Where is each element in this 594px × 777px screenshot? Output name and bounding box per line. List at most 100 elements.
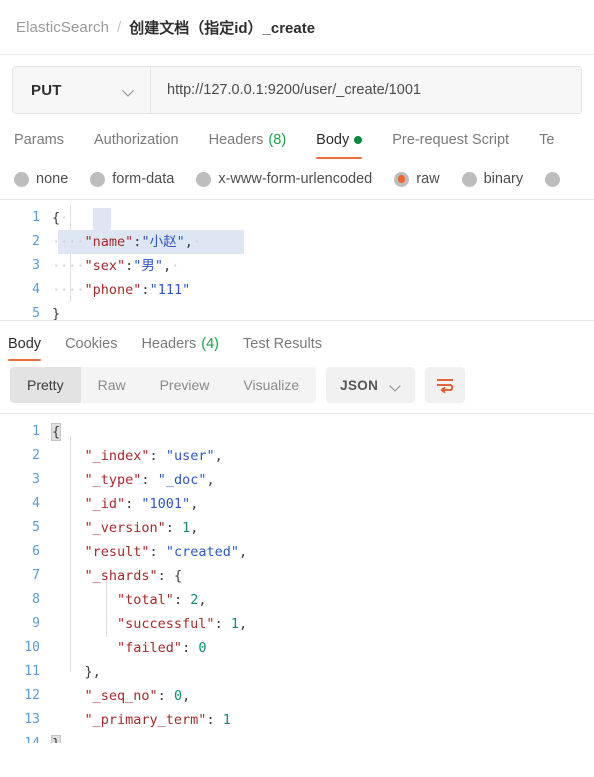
line-number: 1	[32, 424, 40, 439]
radio-icon	[14, 171, 29, 187]
body-type-radio-none[interactable]: none	[14, 171, 68, 187]
line-number: 3	[32, 472, 40, 487]
code-text: "_shards": {	[84, 568, 183, 584]
response-view-pretty[interactable]: Pretty	[10, 367, 81, 403]
code-text: "result": "created",	[84, 544, 248, 560]
code-line: 11 },	[0, 660, 594, 684]
code-line: 2 ····"name":"小赵",·	[0, 230, 594, 254]
tab-label: Te	[539, 132, 555, 148]
request-tabs: Params Authorization Headers (8) Body Pre-req…	[0, 114, 594, 159]
response-view-preview[interactable]: Preview	[143, 367, 227, 403]
tab-label: Body	[8, 336, 42, 352]
code-line: 5}	[0, 302, 594, 321]
code-line: 3 "_type": "_doc",	[0, 468, 594, 492]
http-method-select[interactable]: PUT	[13, 67, 151, 113]
request-tab-params[interactable]: Params	[14, 132, 64, 159]
radio-icon	[196, 171, 212, 187]
radio-label: x-www-form-urlencoded	[218, 171, 373, 187]
line-number: 12	[24, 688, 40, 703]
code-line: 6 "result": "created",	[0, 540, 594, 564]
request-tab-headers[interactable]: Headers (8)	[209, 132, 287, 159]
word-wrap-button[interactable]	[425, 367, 466, 403]
code-text: {	[50, 423, 62, 441]
code-line: 1 {·	[0, 206, 594, 230]
response-view-visualize[interactable]: Visualize	[226, 367, 316, 403]
code-line: 13 "_primary_term": 1	[0, 708, 594, 732]
response-tab-headers[interactable]: Headers (4)	[141, 336, 219, 361]
line-number: 2	[32, 234, 40, 249]
breadcrumb: ElasticSearch / 创建文档（指定id）_create	[0, 0, 594, 55]
tab-count: (8)	[268, 132, 287, 148]
radio-label: binary	[483, 171, 524, 187]
response-format-label: JSON	[340, 377, 379, 393]
word-wrap-icon	[437, 379, 454, 394]
response-format-select[interactable]: JSON	[326, 367, 416, 403]
code-text: "successful": 1,	[117, 616, 248, 632]
tab-count: (4)	[201, 336, 219, 352]
code-text: ····"sex":"男",·	[52, 258, 180, 274]
response-code-lines: 1{2 "_index": "user", 3 "_type": "_doc", 4…	[0, 414, 594, 743]
request-tab-authorization[interactable]: Authorization	[94, 132, 179, 159]
code-line: 8 "total": 2,	[0, 588, 594, 612]
line-number: 5	[32, 520, 40, 535]
request-url-input[interactable]: http://127.0.0.1:9200/user/_create/1001	[151, 67, 581, 113]
line-number: 6	[32, 544, 40, 559]
body-type-radio-more[interactable]	[545, 171, 561, 187]
line-number: 5	[32, 306, 40, 321]
line-number: 8	[32, 592, 40, 607]
response-tab-cookies[interactable]: Cookies	[65, 336, 117, 361]
tab-label: Authorization	[93, 132, 179, 148]
tab-label: Headers	[141, 336, 197, 352]
code-text: {·	[52, 210, 69, 226]
tab-label: Pre-request Script	[392, 132, 510, 148]
radio-label: form-data	[112, 171, 175, 187]
breadcrumb-current: 创建文档（指定id）_create	[129, 19, 316, 37]
radio-label: none	[36, 171, 69, 187]
breadcrumb-root[interactable]: ElasticSearch	[16, 19, 109, 36]
code-line: 2 "_index": "user",	[0, 444, 594, 468]
code-line: 5 "_version": 1,	[0, 516, 594, 540]
breadcrumb-separator: /	[117, 18, 122, 36]
body-type-radio-raw[interactable]: raw	[394, 171, 440, 187]
code-line: 12 "_seq_no": 0,	[0, 684, 594, 708]
request-tab-pre-request-script[interactable]: Pre-request Script	[392, 132, 509, 159]
request-body-editor[interactable]: 1 {· 2 ····"name":"小赵",· 3 ····"sex":"男",· 4 ··…	[0, 199, 594, 321]
code-line: 1{	[0, 420, 594, 444]
http-method-label: PUT	[31, 81, 62, 99]
line-number: 4	[32, 496, 40, 511]
request-tab-body[interactable]: Body	[316, 132, 363, 159]
body-type-radio-binary[interactable]: binary	[461, 171, 524, 187]
body-type-radio-x-www-form-urlencoded[interactable]: x-www-form-urlencoded	[196, 171, 372, 187]
code-text: }	[52, 306, 61, 321]
line-number: 4	[32, 282, 40, 297]
code-text: "_id": "1001",	[84, 496, 199, 512]
body-type-radio-group: none form-data x-www-form-urlencoded raw bin…	[0, 159, 594, 199]
tab-label: Headers	[208, 132, 264, 148]
code-text: "_version": 1,	[84, 520, 199, 536]
request-url-bar: PUT http://127.0.0.1:9200/user/_create/1…	[12, 66, 582, 114]
line-number: 3	[32, 258, 40, 273]
code-text: "_seq_no": 0,	[84, 688, 191, 704]
response-view-raw[interactable]: Raw	[81, 367, 143, 403]
code-text: "_type": "_doc",	[84, 472, 215, 488]
line-number: 2	[32, 448, 40, 463]
radio-icon	[394, 171, 410, 187]
code-text: ····"name":"小赵",·	[52, 234, 201, 250]
radio-icon	[90, 171, 106, 187]
code-line: 14}	[0, 732, 594, 743]
line-number: 13	[24, 712, 40, 727]
line-number: 10	[24, 640, 40, 655]
body-type-radio-form-data[interactable]: form-data	[90, 171, 174, 187]
response-tab-body[interactable]: Body	[8, 336, 42, 361]
response-body-viewer[interactable]: 1{2 "_index": "user", 3 "_type": "_doc", 4…	[0, 413, 594, 743]
radio-icon	[461, 171, 477, 187]
code-line: 7 "_shards": {	[0, 564, 594, 588]
response-tab-test-results[interactable]: Test Results	[243, 336, 322, 361]
code-line: 10 "failed": 0	[0, 636, 594, 660]
chevron-down-icon	[390, 382, 401, 389]
request-tab-te[interactable]: Te	[539, 132, 554, 159]
tab-label: Params	[14, 132, 64, 148]
code-text: "total": 2,	[117, 592, 207, 608]
code-text: ····"phone":"111"	[52, 282, 191, 298]
code-line: 3 ····"sex":"男",·	[0, 254, 594, 278]
